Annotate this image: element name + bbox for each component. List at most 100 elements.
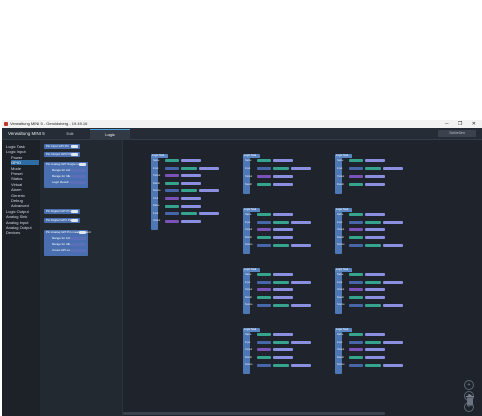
logic-block[interactable] <box>181 204 201 208</box>
logic-block[interactable] <box>165 181 179 185</box>
logic-block[interactable] <box>257 280 271 284</box>
logic-block[interactable] <box>349 236 363 239</box>
logic-block[interactable] <box>365 159 385 163</box>
logic-block[interactable] <box>199 212 219 216</box>
trash-icon[interactable] <box>465 394 475 406</box>
logic-block[interactable] <box>349 159 363 163</box>
logic-block[interactable] <box>257 296 271 299</box>
logic-block[interactable] <box>349 167 363 171</box>
logic-block[interactable] <box>181 212 197 216</box>
logic-block[interactable] <box>365 303 381 307</box>
logic-block[interactable] <box>181 174 201 178</box>
sidebar-item-devices[interactable]: Devices <box>6 230 20 235</box>
logic-task-group[interactable]: Logic Task Name Input Output Result <box>243 154 323 194</box>
zoom-in-icon[interactable]: + <box>464 380 474 390</box>
sidebar-item-logic-task[interactable]: Logic Task <box>6 144 25 149</box>
logic-block[interactable] <box>273 356 293 359</box>
logic-block[interactable] <box>165 174 179 178</box>
logic-block[interactable] <box>383 340 403 344</box>
sidebar-item-power[interactable]: Power <box>11 155 22 160</box>
sidebar-item-mode[interactable]: Mode <box>11 166 21 171</box>
logic-task-group[interactable]: Logic Task Name Input Output Result Source <box>335 328 415 374</box>
logic-block[interactable] <box>349 273 363 277</box>
logic-block[interactable] <box>257 333 271 337</box>
logic-block[interactable] <box>165 159 179 163</box>
sidebar-item-debug[interactable]: Debug <box>11 198 23 203</box>
logic-block[interactable] <box>257 363 271 367</box>
logic-task-group[interactable]: Logic Task Name Input Output Result Source <box>243 268 323 314</box>
logic-block[interactable] <box>257 340 271 344</box>
logic-block[interactable] <box>349 228 363 232</box>
logic-block[interactable] <box>365 183 385 187</box>
logic-block[interactable] <box>181 196 201 200</box>
logic-block[interactable] <box>349 183 363 187</box>
logic-block[interactable] <box>383 280 403 284</box>
logic-block[interactable] <box>349 213 363 217</box>
sidebar-item-virtual[interactable]: Virtual <box>11 182 22 187</box>
sidebar-item-analog-output[interactable]: Analog Output <box>6 225 32 230</box>
logic-task-group[interactable]: Logic Task Name Input Output Result Source <box>243 208 323 254</box>
logic-block[interactable] <box>349 296 363 299</box>
logic-block[interactable] <box>291 363 311 367</box>
logic-block[interactable] <box>349 220 363 224</box>
sidebar-item-alarm[interactable]: Alarm <box>11 187 21 192</box>
logic-block[interactable] <box>349 356 363 359</box>
logic-block[interactable] <box>365 228 385 232</box>
tab-edit[interactable]: Edit <box>52 129 88 139</box>
close-button[interactable]: Schließen <box>438 130 476 137</box>
logic-block[interactable] <box>257 159 271 163</box>
logic-block[interactable] <box>291 280 311 284</box>
sidebar-item-status[interactable]: Status <box>11 176 22 181</box>
logic-block[interactable] <box>383 167 403 171</box>
sidebar-item-generic[interactable]: Generic <box>11 193 25 198</box>
logic-block[interactable] <box>349 303 363 307</box>
logic-block[interactable] <box>291 243 311 247</box>
logic-block[interactable] <box>273 159 293 163</box>
logic-block[interactable] <box>165 212 179 216</box>
sidebar-item-gpio[interactable]: GPIO <box>11 160 39 166</box>
logic-block[interactable] <box>165 196 179 200</box>
logic-block[interactable] <box>365 348 385 352</box>
logic-block[interactable] <box>349 280 363 284</box>
logic-block[interactable] <box>365 213 385 217</box>
logic-block[interactable] <box>349 363 363 367</box>
logic-block[interactable] <box>273 348 293 352</box>
logic-block[interactable] <box>365 296 385 299</box>
logic-block[interactable] <box>257 273 271 277</box>
logic-block[interactable] <box>165 204 179 208</box>
logic-block[interactable] <box>365 167 381 171</box>
logic-block[interactable] <box>257 228 271 232</box>
sidebar-item-logic-input[interactable]: Logic Input <box>6 149 26 154</box>
logic-task-group[interactable]: Logic Task Name Input Output Result Source <box>335 208 415 254</box>
logic-block[interactable] <box>181 159 201 163</box>
palette-block[interactable]: Pin Analog GPI Pin measurement Range for … <box>44 230 91 256</box>
logic-canvas[interactable]: + = − Logic TaskNameInputOutputResultSou… <box>123 140 482 416</box>
sidebar-item-analog-sink[interactable]: Analog Sink <box>6 214 27 219</box>
logic-task-group[interactable]: Logic Task Name Input Output Result Source Cmd… <box>151 154 231 230</box>
logic-block[interactable] <box>181 166 197 170</box>
logic-block[interactable] <box>257 213 271 217</box>
sidebar-item-analog-input[interactable]: Analog Input <box>6 220 28 225</box>
logic-block[interactable] <box>165 219 179 223</box>
logic-block[interactable] <box>257 348 271 352</box>
logic-block[interactable] <box>273 363 289 367</box>
logic-block[interactable] <box>273 280 289 284</box>
window-controls[interactable]: ─ ❐ ✕ <box>445 120 480 128</box>
logic-block[interactable] <box>365 333 385 337</box>
logic-block[interactable] <box>273 288 293 292</box>
logic-block[interactable] <box>365 356 385 359</box>
logic-block[interactable] <box>365 236 385 239</box>
palette-block[interactable]: Pin Output GPO Pin <box>44 152 80 157</box>
sidebar-item-logic-output[interactable]: Logic Output <box>6 209 29 214</box>
logic-block[interactable] <box>349 340 363 344</box>
logic-block[interactable] <box>273 236 293 239</box>
logic-block[interactable] <box>365 243 381 247</box>
logic-block[interactable] <box>181 219 201 223</box>
logic-block[interactable] <box>257 175 271 179</box>
logic-task-group[interactable]: Logic Task Name Input Output Result Source <box>335 268 415 314</box>
logic-block[interactable] <box>273 273 293 277</box>
logic-block[interactable] <box>257 243 271 247</box>
logic-block[interactable] <box>257 356 271 359</box>
logic-block[interactable] <box>383 303 403 307</box>
logic-block[interactable] <box>291 220 311 224</box>
